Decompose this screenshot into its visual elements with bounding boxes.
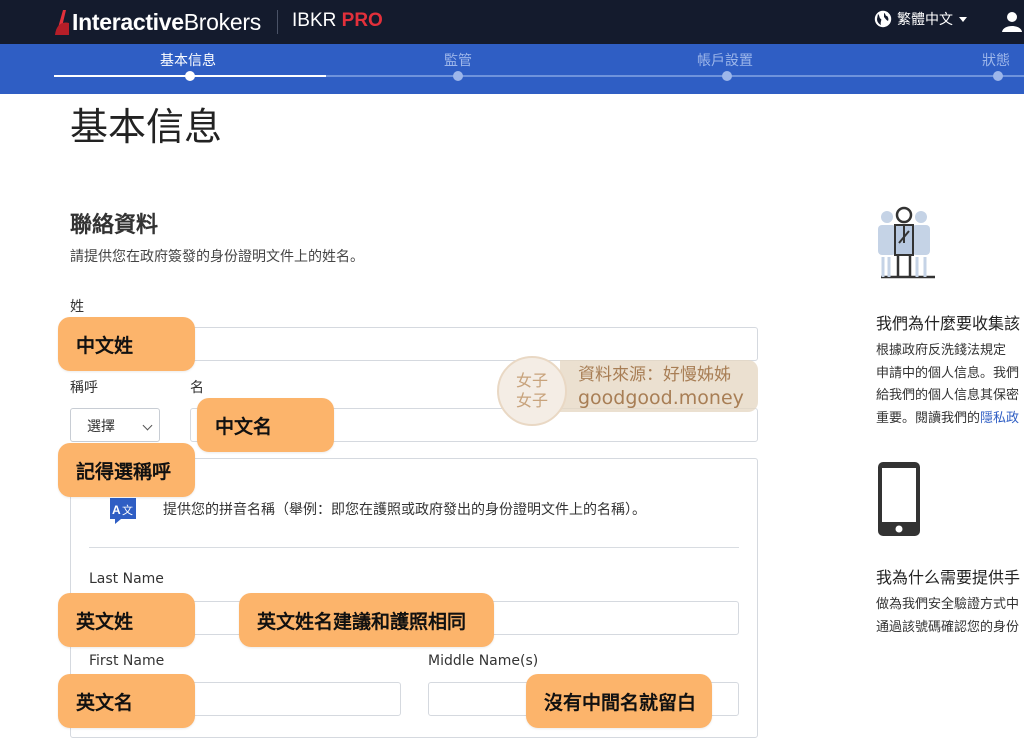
watermark-source: 資料來源：好慢姊姊: [578, 365, 731, 385]
chevron-down-icon: [142, 420, 153, 431]
middle-name-label: Middle Name(s): [428, 653, 539, 669]
brand-logo[interactable]: InteractiveBrokers: [54, 6, 261, 38]
why-collect-text: 根據政府反洗錢法規定 申請中的個人信息。我們 給我們的個人信息其保密 重要。閱讀…: [876, 343, 1020, 426]
pinyin-instruction: 提供您的拼音名稱（舉例：即您在護照或政府發出的身份證明文件上的名稱）。: [163, 502, 646, 518]
step-status[interactable]: 狀態: [982, 50, 1010, 70]
user-icon[interactable]: [1000, 9, 1024, 33]
mobile-phone-icon: [878, 462, 920, 536]
step-regulatory[interactable]: 監管: [444, 50, 472, 70]
annotation-chinese-given-name: 中文名: [197, 398, 334, 452]
surname-input[interactable]: [190, 327, 758, 361]
product-ibkr: IBKR: [292, 10, 337, 31]
annotation-remember-salutation: 記得選稱呼: [58, 443, 195, 497]
given-name-label: 名: [190, 380, 204, 396]
watermark-site: goodgood.money: [578, 387, 744, 409]
product-name: IBKR PRO: [292, 10, 383, 32]
progress-line-pending: [326, 75, 1024, 77]
globe-icon: [874, 10, 892, 28]
salutation-value: 選擇: [87, 419, 115, 435]
salutation-label: 稱呼: [70, 380, 98, 396]
why-phone-title: 我為什么需要提供手: [876, 568, 1021, 587]
brand-interactive: Interactive: [72, 8, 184, 35]
step-dot-account-setup: [722, 71, 732, 81]
product-pro: PRO: [341, 10, 383, 31]
step-basic-info[interactable]: 基本信息: [160, 50, 216, 70]
language-selector[interactable]: 繁體中文: [874, 9, 967, 29]
brand-brokers: Brokers: [183, 8, 261, 35]
salutation-select[interactable]: 選擇: [70, 408, 160, 442]
step-account-setup[interactable]: 帳戶設置: [697, 50, 753, 70]
chevron-down-icon: [959, 16, 967, 22]
watermark-logo: 女子 女子: [497, 356, 567, 426]
annotation-english-given-name: 英文名: [58, 674, 195, 728]
language-label: 繁體中文: [897, 12, 953, 28]
last-name-label: Last Name: [89, 571, 164, 587]
watermark-caption: 資料來源：好慢姊姊 goodgood.money: [560, 360, 758, 412]
svg-text:A: A: [112, 503, 121, 517]
surname-label: 姓: [70, 299, 84, 315]
annotation-english-surname: 英文姓: [58, 593, 195, 647]
translate-icon: A 文: [110, 498, 136, 524]
progress-steps: 基本信息 監管 帳戶設置 狀態: [0, 44, 1024, 94]
top-bar: InteractiveBrokers IBKR PRO 繁體中文: [0, 0, 1024, 44]
panel-divider: [89, 547, 739, 548]
logo-divider: [277, 10, 278, 34]
annotation-match-passport: 英文姓名建議和護照相同: [239, 593, 494, 647]
step-dot-basic-info: [185, 71, 195, 81]
svg-text:文: 文: [122, 503, 133, 517]
page-title: 基本信息: [70, 105, 223, 149]
people-icon: [878, 206, 935, 279]
annotation-chinese-surname: 中文姓: [58, 317, 195, 371]
annotation-no-middle-name: 沒有中間名就留白: [526, 674, 712, 728]
why-phone-text: 做為我們安全驗證方式中 通過該號碼確認您的身份: [876, 597, 1020, 635]
section-description: 請提供您在政府簽發的身份證明文件上的姓名。: [70, 249, 364, 265]
section-title: 聯絡資料: [70, 213, 159, 238]
first-name-label: First Name: [89, 653, 165, 669]
step-dot-regulatory: [453, 71, 463, 81]
privacy-policy-link[interactable]: 隱私政: [980, 411, 1019, 426]
step-dot-status: [993, 71, 1003, 81]
ib-logo-icon: [54, 7, 70, 37]
why-collect-title: 我們為什麼要收集該: [876, 314, 1021, 333]
